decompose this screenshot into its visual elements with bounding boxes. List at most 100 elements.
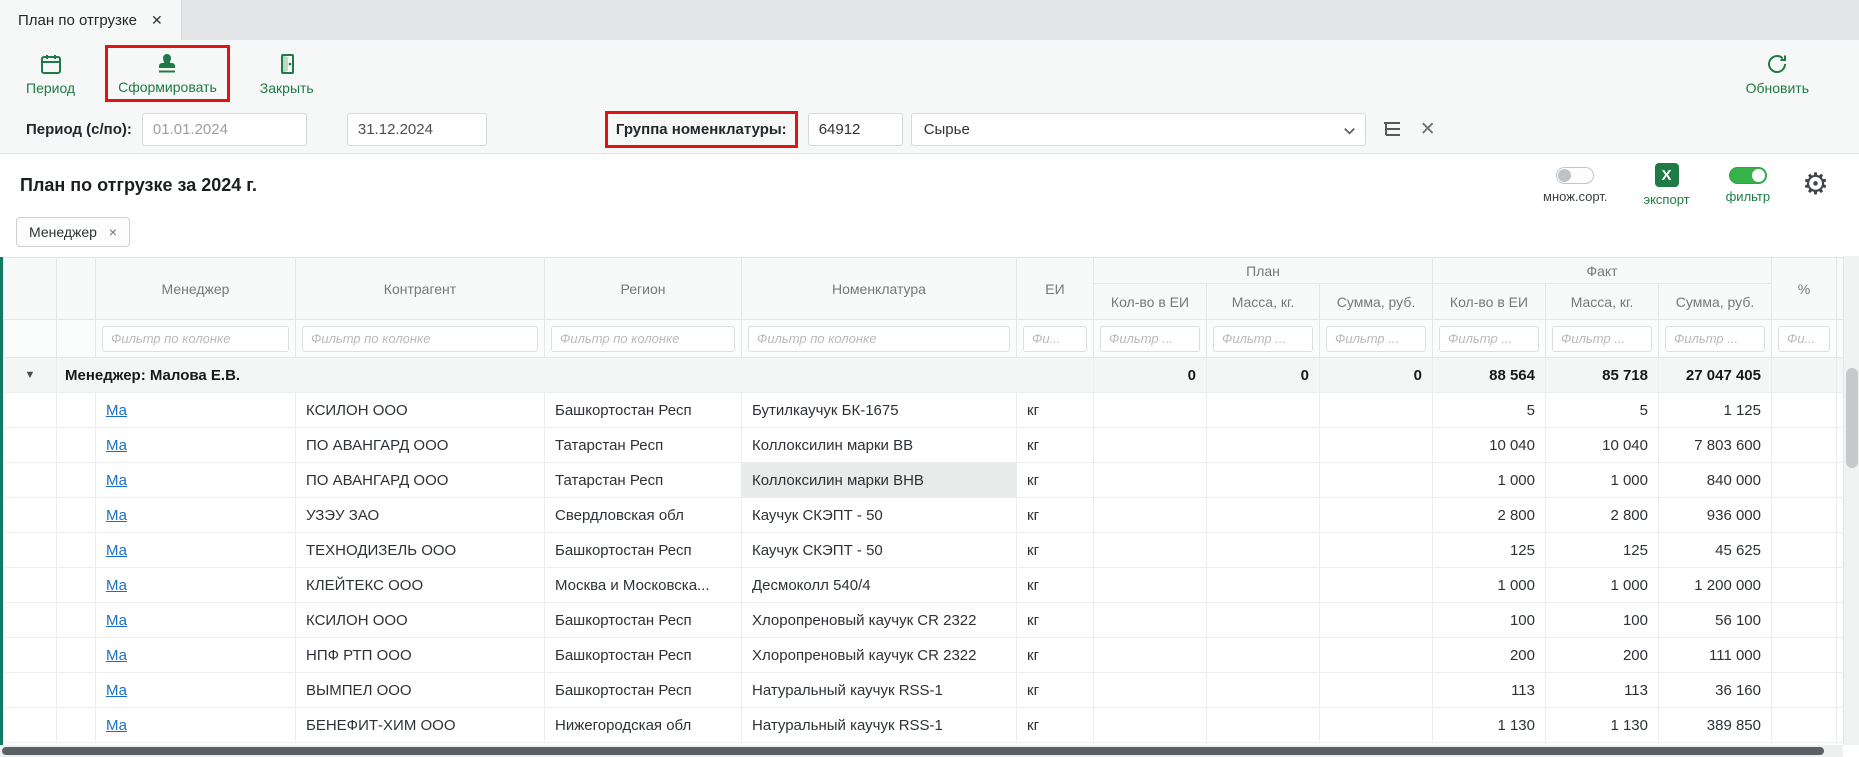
cell-select[interactable] (57, 498, 96, 533)
cell-nomenclature[interactable]: Натуральный каучук RSS-1 (742, 673, 1017, 708)
cell-fact-sum[interactable]: 1 200 000 (1659, 568, 1772, 603)
filter-input-fact-sum[interactable] (1665, 326, 1765, 352)
filter-toggle-group[interactable]: фильтр (1726, 167, 1770, 204)
tab-shipment-plan[interactable]: План по отгрузке ✕ (0, 0, 182, 40)
cell-fact-sum[interactable]: 840 000 (1659, 463, 1772, 498)
cell-nomenclature[interactable]: Коллоксилин марки ВНВ (742, 463, 1017, 498)
table-row[interactable]: Ма КСИЛОН ООО Башкортостан Респ Бутилкау… (4, 393, 1847, 428)
cell-plan-mass[interactable] (1207, 673, 1320, 708)
cell-contragent[interactable]: НПФ РТП ООО (296, 638, 545, 673)
cell-fact-sum[interactable]: 1 125 (1659, 393, 1772, 428)
cell-unit[interactable]: кг (1017, 638, 1094, 673)
filter-input-percent[interactable] (1778, 326, 1830, 352)
period-button[interactable]: Период (26, 51, 75, 96)
cell-region[interactable]: Татарстан Респ (545, 463, 742, 498)
manager-link[interactable]: Ма (106, 577, 127, 594)
cell-fact-sum[interactable]: 936 000 (1659, 498, 1772, 533)
cell-percent[interactable] (1772, 393, 1837, 428)
cell-region[interactable]: Татарстан Респ (545, 428, 742, 463)
group-row-manager[interactable]: ▼ Менеджер: Малова Е.В. 0 0 0 88 564 85 … (4, 358, 1847, 393)
cell-contragent[interactable]: КСИЛОН ООО (296, 603, 545, 638)
cell-unit[interactable]: кг (1017, 533, 1094, 568)
cell-nomenclature[interactable]: Хлоропреновый каучук CR 2322 (742, 603, 1017, 638)
column-header-contragent[interactable]: Контрагент (296, 258, 545, 320)
cell-percent[interactable] (1772, 603, 1837, 638)
cell-contragent[interactable]: ТЕХНОДИЗЕЛЬ ООО (296, 533, 545, 568)
cell-region[interactable]: Башкортостан Респ (545, 533, 742, 568)
cell-percent[interactable] (1772, 708, 1837, 743)
cell-percent[interactable] (1772, 638, 1837, 673)
table-row[interactable]: Ма БЕНЕФИТ-ХИМ ООО Нижегородская обл Нат… (4, 708, 1847, 743)
column-header-percent[interactable]: % (1772, 258, 1837, 320)
hierarchy-tree-button[interactable] (1380, 115, 1404, 145)
cell-fact-mass[interactable]: 1 000 (1546, 568, 1659, 603)
cell-contragent[interactable]: ПО АВАНГАРД ООО (296, 428, 545, 463)
cell-select[interactable] (57, 708, 96, 743)
table-row[interactable]: Ма КСИЛОН ООО Башкортостан Респ Хлоропре… (4, 603, 1847, 638)
multisort-toggle-group[interactable]: множ.сорт. (1543, 167, 1607, 204)
column-header-plan-qty[interactable]: Кол-во в ЕИ (1094, 284, 1207, 320)
cell-fact-mass[interactable]: 1 130 (1546, 708, 1659, 743)
cell-region[interactable]: Нижегородская обл (545, 708, 742, 743)
cell-select[interactable] (57, 638, 96, 673)
cell-fact-mass[interactable]: 2 800 (1546, 498, 1659, 533)
column-header-manager[interactable]: Менеджер (96, 258, 296, 320)
filter-input-plan-qty[interactable] (1100, 326, 1200, 352)
cell-fact-mass[interactable]: 200 (1546, 638, 1659, 673)
cell-fact-qty[interactable]: 1 000 (1433, 568, 1546, 603)
cell-plan-qty[interactable] (1094, 603, 1207, 638)
cell-unit[interactable]: кг (1017, 708, 1094, 743)
cell-select[interactable] (57, 568, 96, 603)
cell-plan-sum[interactable] (1320, 393, 1433, 428)
filter-toggle[interactable] (1729, 167, 1767, 184)
cell-fact-mass[interactable]: 10 040 (1546, 428, 1659, 463)
filter-input-plan-mass[interactable] (1213, 326, 1313, 352)
gear-icon[interactable]: ⚙ (1802, 170, 1829, 200)
cell-fact-qty[interactable]: 125 (1433, 533, 1546, 568)
table-row[interactable]: Ма ПО АВАНГАРД ООО Татарстан Респ Коллок… (4, 463, 1847, 498)
cell-plan-qty[interactable] (1094, 393, 1207, 428)
cell-fact-qty[interactable]: 100 (1433, 603, 1546, 638)
cell-fact-qty[interactable]: 2 800 (1433, 498, 1546, 533)
manager-link[interactable]: Ма (106, 507, 127, 524)
cell-fact-mass[interactable]: 5 (1546, 393, 1659, 428)
manager-link[interactable]: Ма (106, 542, 127, 559)
cell-contragent[interactable]: КЛЕЙТЕКС ООО (296, 568, 545, 603)
cell-plan-mass[interactable] (1207, 393, 1320, 428)
cell-plan-sum[interactable] (1320, 673, 1433, 708)
cell-unit[interactable]: кг (1017, 393, 1094, 428)
cell-fact-qty[interactable]: 1 000 (1433, 463, 1546, 498)
cell-plan-sum[interactable] (1320, 463, 1433, 498)
manager-link[interactable]: Ма (106, 402, 127, 419)
column-header-region[interactable]: Регион (545, 258, 742, 320)
cell-fact-sum[interactable]: 389 850 (1659, 708, 1772, 743)
table-row[interactable]: Ма ПО АВАНГАРД ООО Татарстан Респ Коллок… (4, 428, 1847, 463)
cell-select[interactable] (57, 428, 96, 463)
tab-close-icon[interactable]: ✕ (151, 12, 163, 29)
cell-percent[interactable] (1772, 498, 1837, 533)
cell-unit[interactable]: кг (1017, 673, 1094, 708)
cell-fact-sum[interactable]: 111 000 (1659, 638, 1772, 673)
cell-select[interactable] (57, 603, 96, 638)
date-from-input[interactable] (142, 113, 307, 146)
cell-plan-sum[interactable] (1320, 533, 1433, 568)
multisort-toggle[interactable] (1556, 167, 1594, 184)
cell-plan-qty[interactable] (1094, 498, 1207, 533)
cell-region[interactable]: Башкортостан Респ (545, 603, 742, 638)
cell-fact-sum[interactable]: 56 100 (1659, 603, 1772, 638)
cell-plan-qty[interactable] (1094, 533, 1207, 568)
manager-link[interactable]: Ма (106, 717, 127, 734)
cell-plan-sum[interactable] (1320, 638, 1433, 673)
column-header-plan-mass[interactable]: Масса, кг. (1207, 284, 1320, 320)
cell-percent[interactable] (1772, 673, 1837, 708)
cell-plan-mass[interactable] (1207, 533, 1320, 568)
collapse-arrow-icon[interactable]: ▼ (14, 369, 46, 381)
table-row[interactable]: Ма ТЕХНОДИЗЕЛЬ ООО Башкортостан Респ Кау… (4, 533, 1847, 568)
cell-percent[interactable] (1772, 428, 1837, 463)
clear-group-icon[interactable]: ✕ (1420, 120, 1436, 139)
cell-plan-mass[interactable] (1207, 428, 1320, 463)
manager-link[interactable]: Ма (106, 472, 127, 489)
column-header-fact-mass[interactable]: Масса, кг. (1546, 284, 1659, 320)
manager-link[interactable]: Ма (106, 437, 127, 454)
cell-fact-qty[interactable]: 200 (1433, 638, 1546, 673)
